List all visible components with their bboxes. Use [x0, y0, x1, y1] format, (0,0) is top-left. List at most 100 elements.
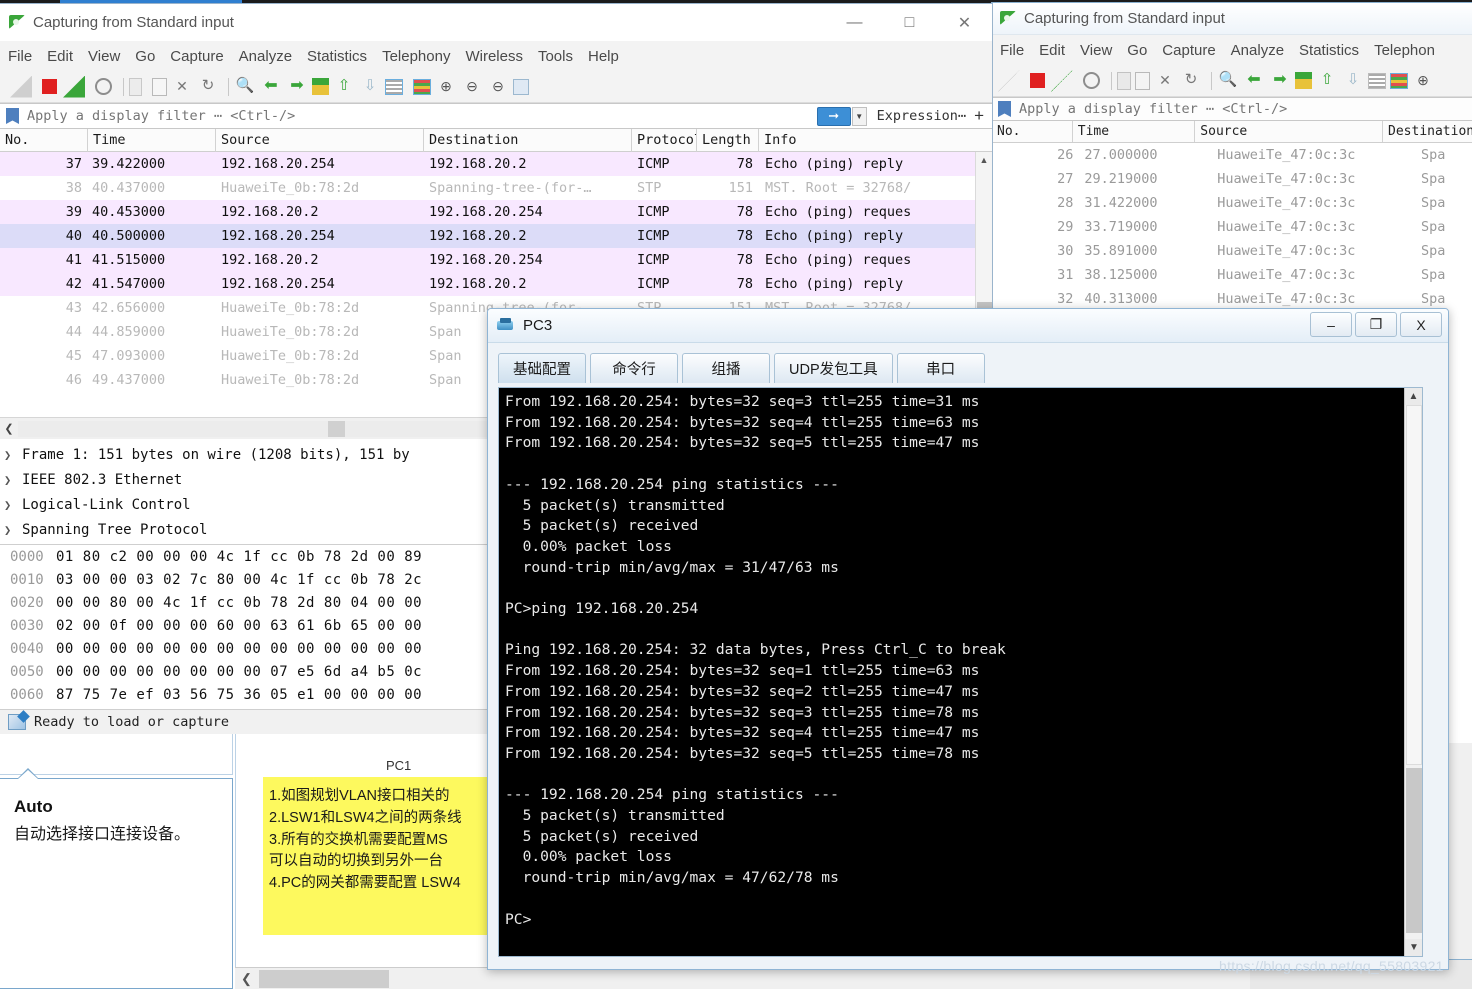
- table-row[interactable]: 38 40.437000 HuaweiTe_0b:78:2d Spanning-tre…: [0, 176, 992, 200]
- menu-file[interactable]: File: [8, 48, 32, 65]
- tab-item[interactable]: 命令行: [590, 353, 678, 383]
- table-row[interactable]: 37 39.422000 192.168.20.254 192.168.20.2 ICM…: [0, 152, 992, 176]
- autoscroll-icon[interactable]: [1368, 72, 1386, 89]
- scroll-left-icon[interactable]: ❮: [0, 422, 18, 435]
- reload-file-icon[interactable]: ↻: [197, 76, 219, 98]
- menu-go[interactable]: Go: [135, 48, 155, 65]
- pc3-window-controls[interactable]: – ❐ X: [1307, 312, 1442, 337]
- filter-bar-left[interactable]: ➞ ▼ Expression⋯ +: [0, 103, 992, 129]
- column-destination[interactable]: Destination: [1383, 121, 1472, 142]
- go-to-packet-icon[interactable]: [1295, 72, 1312, 89]
- go-last-packet-icon[interactable]: ⇩: [1342, 70, 1364, 92]
- table-row[interactable]: 30 35.891000 HuaweiTe_47:0c:3c Spa: [992, 239, 1472, 263]
- chevron-right-icon[interactable]: ❯: [4, 498, 22, 512]
- table-row[interactable]: 40 40.500000 192.168.20.254 192.168.20.2 ICM…: [0, 224, 992, 248]
- menu-capture[interactable]: Capture: [170, 48, 223, 65]
- column-protocol[interactable]: Protocol: [632, 128, 697, 152]
- stop-capture-icon[interactable]: [42, 79, 57, 94]
- go-forward-icon[interactable]: ➡: [286, 76, 308, 98]
- zoom-in-icon[interactable]: ⊕: [435, 76, 457, 98]
- scroll-down-icon[interactable]: ▼: [1405, 939, 1422, 956]
- chevron-right-icon[interactable]: ❯: [4, 448, 22, 462]
- scrollbar-thumb[interactable]: [328, 420, 345, 437]
- colorize-icon[interactable]: [413, 78, 431, 95]
- zoom-in-icon[interactable]: ⊕: [1412, 70, 1434, 92]
- column-time[interactable]: Time: [1073, 121, 1196, 142]
- menu-analyze[interactable]: Analyze: [1231, 42, 1284, 59]
- pc3-minimize-button[interactable]: –: [1310, 312, 1352, 337]
- autoscroll-icon[interactable]: [385, 78, 403, 95]
- menu-statistics[interactable]: Statistics: [1299, 42, 1359, 59]
- column-length[interactable]: Length: [697, 128, 759, 152]
- ensp-sticky-note[interactable]: 1.如图规划VLAN接口相关的 2.LSW1和LSW4之间的两条线 3.所有的交…: [263, 777, 503, 935]
- scroll-up-icon[interactable]: ▲: [1405, 388, 1422, 405]
- table-row[interactable]: 28 31.422000 HuaweiTe_47:0c:3c Spa: [992, 191, 1472, 215]
- save-file-icon[interactable]: [152, 77, 167, 96]
- column-header-right[interactable]: No. Time Source Destination: [992, 121, 1472, 143]
- pc3-titlebar[interactable]: PC3 – ❐ X: [488, 309, 1448, 343]
- table-row[interactable]: 42 41.547000 192.168.20.254 192.168.20.2 ICM…: [0, 272, 992, 296]
- find-packet-icon[interactable]: 🔍: [1217, 70, 1239, 92]
- find-packet-icon[interactable]: 🔍: [234, 76, 256, 98]
- packet-list-right[interactable]: 26 27.000000 HuaweiTe_47:0c:3c Spa 27 29.2190…: [992, 143, 1472, 313]
- capture-status-icon[interactable]: [8, 714, 26, 730]
- pc3-terminal[interactable]: From 192.168.20.254: bytes=32 seq=3 ttl=…: [498, 387, 1423, 957]
- table-row[interactable]: 39 40.453000 192.168.20.2 192.168.20.254 ICM…: [0, 200, 992, 224]
- chevron-down-icon[interactable]: ▼: [851, 106, 867, 126]
- go-last-packet-icon[interactable]: ⇩: [359, 76, 381, 98]
- scroll-left-icon[interactable]: ❮: [241, 971, 252, 987]
- menu-view[interactable]: View: [88, 48, 120, 65]
- titlebar-left[interactable]: Capturing from Standard input — □ ✕: [0, 4, 992, 41]
- menu-wireless[interactable]: Wireless: [465, 48, 523, 65]
- scroll-up-icon[interactable]: ▲: [976, 152, 992, 168]
- column-no[interactable]: No.: [992, 121, 1073, 142]
- filter-bar-right[interactable]: [992, 97, 1472, 121]
- tab-item[interactable]: UDP发包工具: [774, 353, 893, 383]
- table-row[interactable]: 31 38.125000 HuaweiTe_47:0c:3c Spa: [992, 263, 1472, 287]
- menu-view[interactable]: View: [1080, 42, 1112, 59]
- tab-active[interactable]: 基础配置: [498, 353, 586, 383]
- close-file-icon[interactable]: ✕: [1154, 70, 1176, 92]
- column-destination[interactable]: Destination: [424, 128, 632, 152]
- zoom-reset-icon[interactable]: ⊖: [487, 76, 509, 98]
- expression-button[interactable]: Expression⋯: [877, 108, 966, 124]
- menubar-left[interactable]: File Edit View Go Capture Analyze Statistics Te…: [0, 41, 992, 71]
- open-file-icon[interactable]: [1117, 71, 1131, 90]
- window-controls-left[interactable]: — □ ✕: [827, 4, 992, 41]
- menu-file[interactable]: File: [1000, 42, 1024, 59]
- pc3-tabbar[interactable]: 基础配置 命令行 组播 UDP发包工具 串口: [488, 343, 1448, 383]
- menu-statistics[interactable]: Statistics: [307, 48, 367, 65]
- toolbar-left[interactable]: ✕ ↻ 🔍 ⬅ ➡ ⇧ ⇩ ⊕ ⊖ ⊖: [0, 71, 992, 103]
- display-filter-input-left[interactable]: [25, 107, 817, 125]
- zoom-out-icon[interactable]: ⊖: [461, 76, 483, 98]
- capture-options-icon[interactable]: [95, 78, 112, 95]
- minimize-button[interactable]: —: [827, 4, 882, 41]
- column-time[interactable]: Time: [88, 128, 216, 152]
- start-capture-icon[interactable]: [998, 69, 1020, 92]
- go-first-packet-icon[interactable]: ⇧: [1316, 70, 1338, 92]
- menu-edit[interactable]: Edit: [47, 48, 73, 65]
- pc3-close-button[interactable]: X: [1400, 312, 1442, 337]
- open-file-icon[interactable]: [129, 77, 142, 96]
- apply-filter-button[interactable]: ➞: [816, 106, 851, 126]
- restart-capture-icon[interactable]: [1051, 69, 1073, 92]
- column-info[interactable]: Info: [759, 129, 959, 152]
- ensp-horizontal-scrollbar[interactable]: ❮: [235, 967, 1250, 989]
- reload-file-icon[interactable]: ↻: [1180, 70, 1202, 92]
- filter-bookmark-icon[interactable]: [998, 101, 1011, 117]
- go-back-icon[interactable]: ⬅: [260, 76, 282, 98]
- tab-item[interactable]: 串口: [896, 353, 985, 383]
- menu-analyze[interactable]: Analyze: [239, 48, 292, 65]
- filter-bookmark-icon[interactable]: [6, 108, 19, 124]
- scrollbar-thumb[interactable]: [1406, 768, 1422, 933]
- stop-capture-icon[interactable]: [1030, 73, 1045, 88]
- column-source[interactable]: Source: [216, 128, 424, 152]
- save-file-icon[interactable]: [1135, 71, 1150, 90]
- menu-go[interactable]: Go: [1127, 42, 1147, 59]
- table-row[interactable]: 41 41.515000 192.168.20.2 192.168.20.254 ICM…: [0, 248, 992, 272]
- go-back-icon[interactable]: ⬅: [1243, 70, 1265, 92]
- pc3-maximize-button[interactable]: ❐: [1355, 312, 1397, 337]
- close-file-icon[interactable]: ✕: [171, 76, 193, 98]
- column-header-left[interactable]: No. Time Source Destination Protocol Len…: [0, 128, 992, 152]
- menu-telephony[interactable]: Telephony: [382, 48, 450, 65]
